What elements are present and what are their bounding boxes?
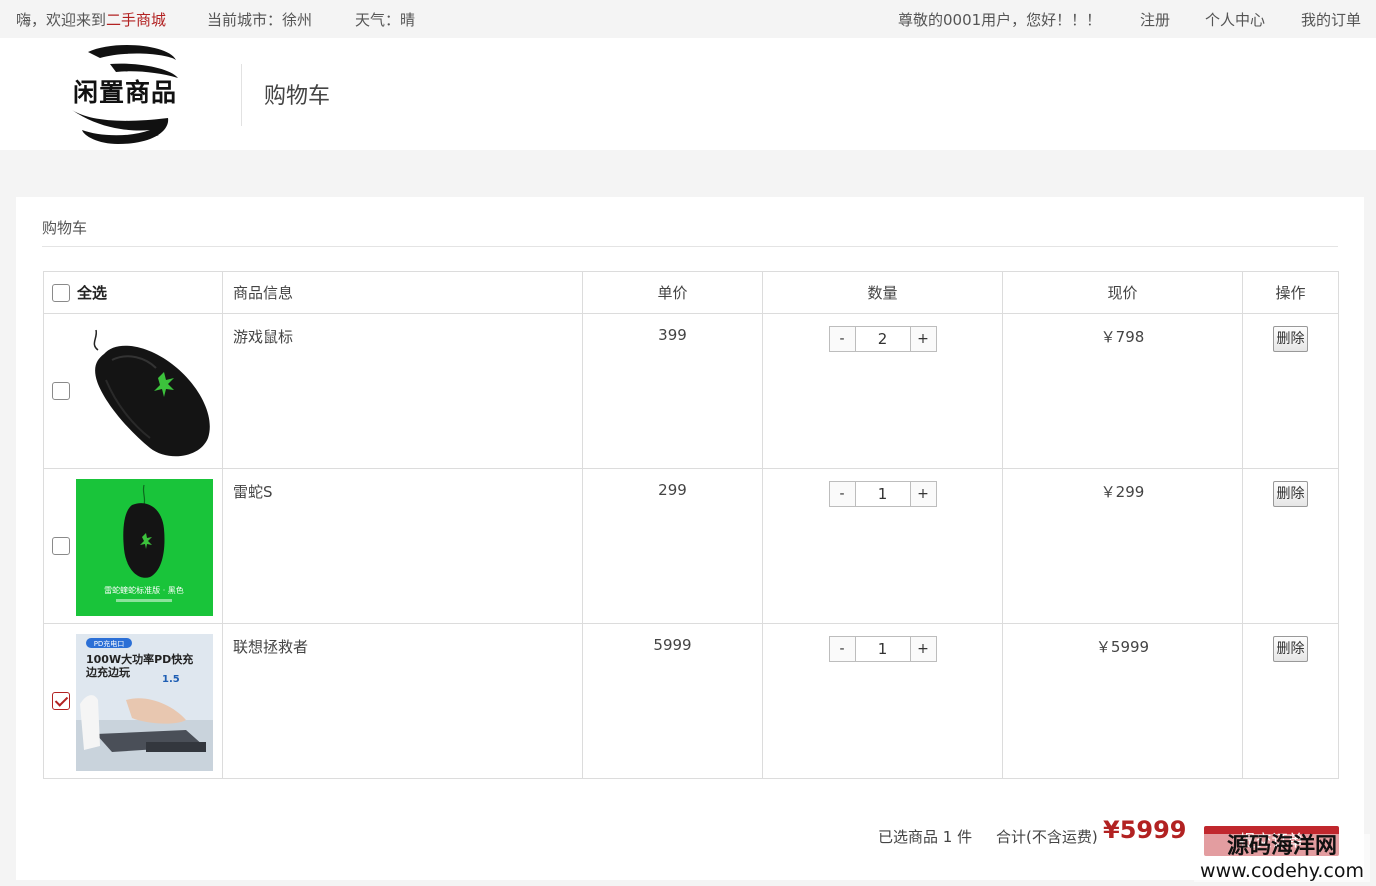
watermark: 源码海洋网 www.codehy.com xyxy=(1194,834,1370,882)
action-cell: 删除 xyxy=(1242,313,1339,469)
quantity-stepper: - 1 + xyxy=(828,636,937,662)
product-image-caption: 雷蛇蝰蛇标准版 · 黑色 xyxy=(104,585,184,595)
product-name[interactable]: 游戏鼠标 xyxy=(222,313,583,469)
column-current-price: 现价 xyxy=(1002,271,1243,314)
total-label: 合计(不含运费) xyxy=(996,828,1098,846)
selected-count: 已选商品 1 件 xyxy=(878,828,973,846)
column-quantity: 数量 xyxy=(762,271,1003,314)
item-checkbox[interactable] xyxy=(52,692,70,710)
cart-table-header: 全选 商品信息 单价 数量 现价 操作 xyxy=(43,271,1339,314)
quantity-stepper: - 1 + xyxy=(828,481,937,507)
quantity-value[interactable]: 1 xyxy=(855,636,910,662)
header-divider xyxy=(241,64,242,126)
thumb-subline: 边充边玩 xyxy=(85,665,130,679)
item-select-cell xyxy=(43,313,223,469)
decrease-button[interactable]: - xyxy=(828,481,856,507)
quantity-value[interactable]: 2 xyxy=(855,326,910,352)
site-header: 闲置商品 购物车 xyxy=(0,38,1376,150)
top-bar: 嗨，欢迎来到二手商城 当前城市：徐州 天气：晴 尊敬的0001用户，您好！！！ … xyxy=(0,0,1376,38)
unit-price: 5999 xyxy=(582,623,763,779)
unit-price: 299 xyxy=(582,468,763,624)
thumb-spec: 1.5 xyxy=(162,674,180,685)
current-city: 当前城市：徐州 xyxy=(207,11,313,29)
product-image-razer-s[interactable]: 雷蛇蝰蛇标准版 · 黑色 xyxy=(76,479,213,616)
quantity-cell: - 2 + xyxy=(762,313,1003,469)
register-link[interactable]: 注册 xyxy=(1140,9,1170,30)
cart-table: 全选 商品信息 单价 数量 现价 操作 游戏鼠标 399 - 2 + ￥798 … xyxy=(43,271,1339,779)
column-unit-price: 单价 xyxy=(582,271,763,314)
table-row: 游戏鼠标 399 - 2 + ￥798 删除 xyxy=(43,313,1339,469)
logo-text: 闲置商品 xyxy=(62,78,188,108)
table-row: 雷蛇蝰蛇标准版 · 黑色 雷蛇S 299 - 1 + ￥299 删除 xyxy=(43,468,1339,624)
increase-button[interactable]: + xyxy=(909,481,937,507)
column-product-info: 商品信息 xyxy=(222,271,583,314)
user-greeting: 尊敬的0001用户，您好！！！ xyxy=(898,11,1102,29)
total-value: ¥5999 xyxy=(1103,816,1187,844)
unit-price: 399 xyxy=(582,313,763,469)
product-image-gaming-mouse[interactable] xyxy=(76,324,213,461)
product-name[interactable]: 雷蛇S xyxy=(222,468,583,624)
table-row: PD充电口 100W大功率PD快充 边充边玩 1.5 联想拯救者 5999 - xyxy=(43,623,1339,779)
cart-panel: 购物车 全选 商品信息 单价 数量 现价 操作 游戏鼠标 399 - 2 + ￥… xyxy=(16,197,1364,880)
current-price: ￥798 xyxy=(1002,313,1243,469)
panel-divider xyxy=(42,246,1338,247)
profile-link[interactable]: 个人中心 xyxy=(1205,9,1265,30)
decrease-button[interactable]: - xyxy=(828,326,856,352)
decrease-button[interactable]: - xyxy=(828,636,856,662)
delete-button[interactable]: 删除 xyxy=(1273,326,1308,352)
item-select-cell: 雷蛇蝰蛇标准版 · 黑色 xyxy=(43,468,223,624)
thumb-headline: 100W大功率PD快充 xyxy=(86,652,193,666)
current-price: ￥299 xyxy=(1002,468,1243,624)
welcome-text: 嗨，欢迎来到二手商城 xyxy=(16,11,167,29)
product-name[interactable]: 联想拯救者 xyxy=(222,623,583,779)
item-checkbox[interactable] xyxy=(52,537,70,555)
delete-button[interactable]: 删除 xyxy=(1273,481,1308,507)
watermark-title: 源码海洋网 xyxy=(1226,834,1337,859)
action-cell: 删除 xyxy=(1242,623,1339,779)
item-checkbox[interactable] xyxy=(52,382,70,400)
weather-info: 天气：晴 xyxy=(355,11,416,29)
quantity-cell: - 1 + xyxy=(762,468,1003,624)
action-cell: 删除 xyxy=(1242,468,1339,624)
quantity-stepper: - 2 + xyxy=(828,326,937,352)
item-select-cell: PD充电口 100W大功率PD快充 边充边玩 1.5 xyxy=(43,623,223,779)
delete-button[interactable]: 删除 xyxy=(1273,636,1308,662)
select-all-checkbox[interactable] xyxy=(52,283,70,302)
quantity-value[interactable]: 1 xyxy=(855,481,910,507)
page-title: 购物车 xyxy=(264,84,331,109)
watermark-url: www.codehy.com xyxy=(1200,860,1364,882)
column-action: 操作 xyxy=(1242,271,1339,314)
increase-button[interactable]: + xyxy=(909,636,937,662)
select-all-label: 全选 xyxy=(77,284,108,302)
product-image-lenovo-legion[interactable]: PD充电口 100W大功率PD快充 边充边玩 1.5 xyxy=(76,634,213,771)
mall-link[interactable]: 二手商城 xyxy=(106,11,166,29)
increase-button[interactable]: + xyxy=(909,326,937,352)
thumb-badge: PD充电口 xyxy=(94,639,125,648)
column-select-all: 全选 xyxy=(43,271,223,314)
quantity-cell: - 1 + xyxy=(762,623,1003,779)
cart-panel-title: 购物车 xyxy=(42,219,88,237)
current-price: ￥5999 xyxy=(1002,623,1243,779)
my-orders-link[interactable]: 我的订单 xyxy=(1301,9,1361,30)
